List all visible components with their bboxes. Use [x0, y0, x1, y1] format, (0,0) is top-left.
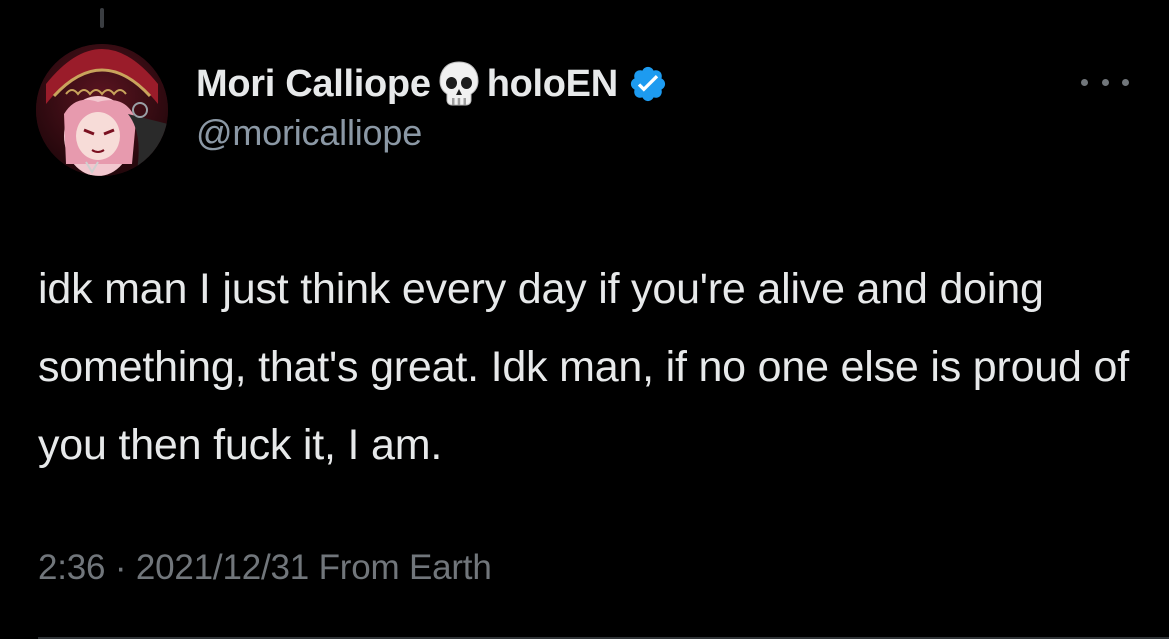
tweet-date[interactable]: 2021/12/31	[136, 548, 309, 587]
tweet-meta: 2:36 · 2021/12/31 From Earth	[38, 548, 492, 588]
tweet-header: Mori Calliope holoEN @moricalliope	[196, 58, 668, 154]
author-name-suffix[interactable]: holoEN	[487, 63, 618, 106]
author-display-name[interactable]: Mori Calliope	[196, 63, 431, 106]
avatar-image	[36, 44, 168, 176]
more-options-button[interactable]	[1081, 70, 1129, 94]
more-options-icon	[1101, 78, 1109, 86]
skull-icon	[437, 60, 481, 108]
more-options-icon	[1081, 78, 1088, 86]
tweet-time[interactable]: 2:36	[38, 548, 106, 587]
avatar[interactable]	[36, 44, 168, 176]
tweet-source: From Earth	[318, 548, 492, 587]
tweet-text: idk man I just think every day if you're…	[38, 265, 1129, 469]
more-options-icon	[1122, 78, 1129, 86]
author-handle[interactable]: @moricalliope	[196, 112, 668, 154]
author-name-row[interactable]: Mori Calliope holoEN	[196, 58, 668, 110]
verified-badge-icon[interactable]	[628, 64, 668, 104]
thread-connector-line	[100, 8, 104, 28]
meta-separator: ·	[114, 548, 127, 587]
